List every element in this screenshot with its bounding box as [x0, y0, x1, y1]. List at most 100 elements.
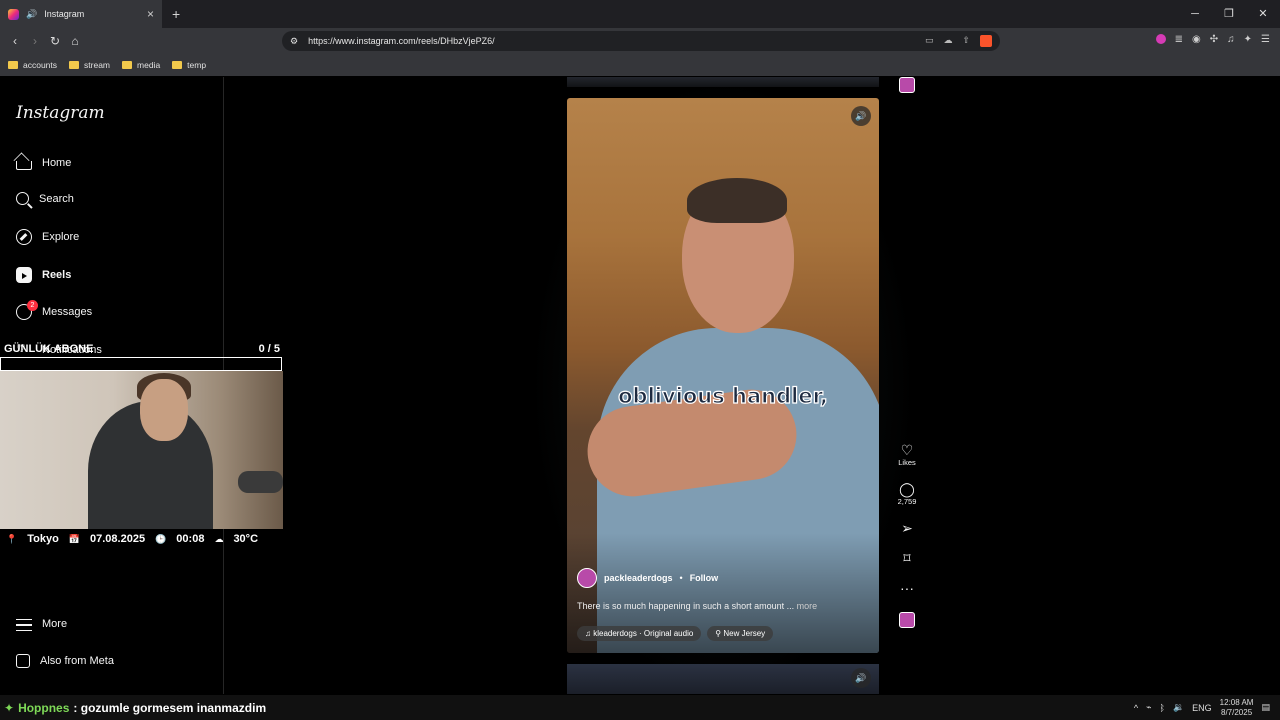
more-link[interactable]: more	[797, 601, 818, 611]
sidebar-item-messages[interactable]: 2 Messages	[16, 300, 92, 320]
folder-icon	[122, 61, 133, 69]
back-icon[interactable]: ‹	[8, 34, 22, 48]
bookmark-icon: ⌑	[903, 550, 911, 566]
send-icon: ➢	[901, 520, 913, 536]
clock-icon: 🕒	[155, 533, 167, 544]
sidebar-item-more[interactable]: More	[16, 617, 67, 631]
reel-description: There is so much happening in such a sho…	[577, 601, 818, 611]
share-icon[interactable]: ⇧	[962, 35, 970, 47]
system-clock[interactable]: 12:08 AM 8/7/2025	[1220, 698, 1254, 718]
share-button[interactable]: ➢	[901, 520, 913, 536]
like-button[interactable]: ♡ Likes	[898, 442, 916, 467]
location-chip[interactable]: ⚲ New Jersey	[707, 626, 774, 641]
close-window-button[interactable]: ✕	[1246, 0, 1280, 28]
window-controls: ─ ❐ ✕	[1178, 0, 1280, 28]
sidebar-item-search[interactable]: Search	[16, 192, 74, 205]
messenger-icon: 2	[16, 300, 38, 320]
notification-center-icon[interactable]: ▤	[1261, 702, 1270, 713]
reader-icon[interactable]: ≣	[1175, 34, 1183, 45]
previous-reel-peek[interactable]	[567, 77, 879, 87]
site-settings-icon[interactable]: ⚙	[290, 36, 298, 47]
subscriber-goal-counter: 0 / 5	[258, 343, 280, 355]
wallet-icon[interactable]: ◉	[1192, 34, 1201, 45]
address-bar[interactable]: ⚙ https://www.instagram.com/reels/DHbzVj…	[282, 31, 1000, 51]
browser-tabbar: 🔊 Instagram × + ─ ❐ ✕	[0, 0, 1280, 28]
restore-button[interactable]: ❐	[1212, 0, 1246, 28]
taskbar: ✦ Hoppnes : gozumle gormesem inanmazdim …	[0, 695, 1280, 720]
reel-author: packleaderdogs • Follow	[577, 568, 718, 588]
bookmark-media[interactable]: media	[122, 60, 160, 70]
volume-tray-icon[interactable]: 🔉	[1173, 702, 1184, 713]
url-text: https://www.instagram.com/reels/DHbzVjeP…	[308, 36, 495, 46]
chat-badge-icon: ✦	[4, 700, 15, 715]
volume-icon[interactable]: 🔊	[851, 106, 871, 126]
reel-actions: ♡ Likes ◯ 2,759 ➢ ⌑ ···	[893, 442, 921, 628]
folder-icon	[172, 61, 183, 69]
language-indicator[interactable]: ENG	[1192, 703, 1212, 713]
tab-close-button[interactable]: ×	[147, 7, 154, 21]
bookmark-stream[interactable]: stream	[69, 60, 110, 70]
network-icon[interactable]: ⌁	[1146, 702, 1151, 713]
stream-date: 07.08.2025	[90, 533, 146, 545]
leo-icon[interactable]: ✦	[1244, 34, 1252, 45]
sidebar-item-meta[interactable]: Also from Meta	[16, 654, 114, 668]
compass-icon	[16, 229, 32, 245]
sidebar-item-explore[interactable]: Explore	[16, 229, 79, 245]
sidebar-item-home[interactable]: Home	[16, 155, 71, 170]
video-caption-overlay: oblivious handler,	[618, 383, 829, 408]
home-icon	[16, 161, 32, 170]
audio-thumbnail[interactable]	[899, 612, 915, 628]
chevron-up-icon[interactable]: ^	[1134, 703, 1138, 713]
new-tab-button[interactable]: +	[172, 6, 180, 22]
dot-separator: •	[679, 573, 683, 583]
instagram-favicon-icon	[8, 8, 19, 20]
minimize-button[interactable]: ─	[1178, 0, 1212, 28]
stream-temp: 30°C	[233, 533, 259, 545]
download-icon[interactable]: ☁	[943, 35, 952, 47]
avatar[interactable]	[577, 568, 597, 588]
cast-icon[interactable]: ▭	[925, 35, 934, 47]
comment-button[interactable]: ◯ 2,759	[898, 481, 917, 506]
bookmark-temp[interactable]: temp	[172, 60, 206, 70]
cloud-icon: ☁	[214, 533, 224, 544]
stream-city: Tokyo	[27, 533, 59, 545]
comment-icon: ◯	[899, 481, 915, 497]
stream-info-bar: 📍 Tokyo 📅 07.08.2025 🕒 00:08 ☁ 30°C	[0, 529, 284, 549]
stream-time: 00:08	[176, 533, 205, 545]
messages-badge: 2	[27, 300, 38, 311]
brave-shield-icon[interactable]	[980, 35, 992, 47]
extension-icon[interactable]	[1155, 34, 1166, 44]
home-browser-icon[interactable]: ⌂	[68, 34, 82, 48]
search-icon	[16, 192, 29, 205]
next-reel-volume-icon[interactable]: 🔊	[851, 668, 871, 688]
music-icon[interactable]: ♫	[1227, 34, 1235, 45]
system-tray: ^ ⌁ ᛒ 🔉 ENG 12:08 AM 8/7/2025 ▤	[1134, 695, 1270, 720]
next-reel-peek[interactable]: 🔊	[567, 664, 879, 694]
subscriber-goal-header: GÜNLÜK ABONE 0 / 5	[0, 339, 284, 355]
author-username[interactable]: packleaderdogs	[604, 573, 673, 583]
webcam-feed	[0, 371, 283, 529]
bluetooth-icon[interactable]: ᛒ	[1160, 703, 1165, 713]
location-pin-icon: 📍	[6, 533, 18, 544]
bookmark-accounts[interactable]: accounts	[8, 60, 57, 70]
browser-tab-instagram[interactable]: 🔊 Instagram ×	[0, 0, 162, 28]
speaker-icon[interactable]: 🔊	[26, 9, 37, 20]
puzzle-icon[interactable]: ✣	[1210, 34, 1218, 45]
more-options-button[interactable]: ···	[900, 580, 914, 596]
forward-icon[interactable]: ›	[28, 34, 42, 48]
sidebar-item-reels[interactable]: Reels	[16, 267, 71, 283]
reload-icon[interactable]: ↻	[48, 34, 62, 48]
instagram-logo[interactable]: Instagram	[16, 103, 105, 123]
save-button[interactable]: ⌑	[903, 550, 910, 566]
calendar-icon: 📅	[68, 533, 81, 544]
reels-icon	[16, 267, 32, 283]
chat-text: : gozumle gormesem inanmazdim	[73, 700, 267, 715]
stream-overlay: GÜNLÜK ABONE 0 / 5 📍 Tokyo 📅 07.08.2025 …	[0, 339, 284, 551]
follow-button[interactable]: Follow	[690, 573, 719, 583]
audio-chip[interactable]: ♫ kleaderdogs · Original audio	[577, 626, 702, 641]
instagram-page: Instagram Home Search Explore Reels 2 Me…	[0, 77, 1280, 694]
microphone-icon	[238, 471, 283, 493]
reel-video[interactable]: oblivious handler, 🔊 packleaderdogs • Fo…	[567, 98, 879, 653]
previous-reel-audio-thumb[interactable]	[899, 77, 915, 93]
menu-icon[interactable]: ☰	[1261, 34, 1270, 45]
